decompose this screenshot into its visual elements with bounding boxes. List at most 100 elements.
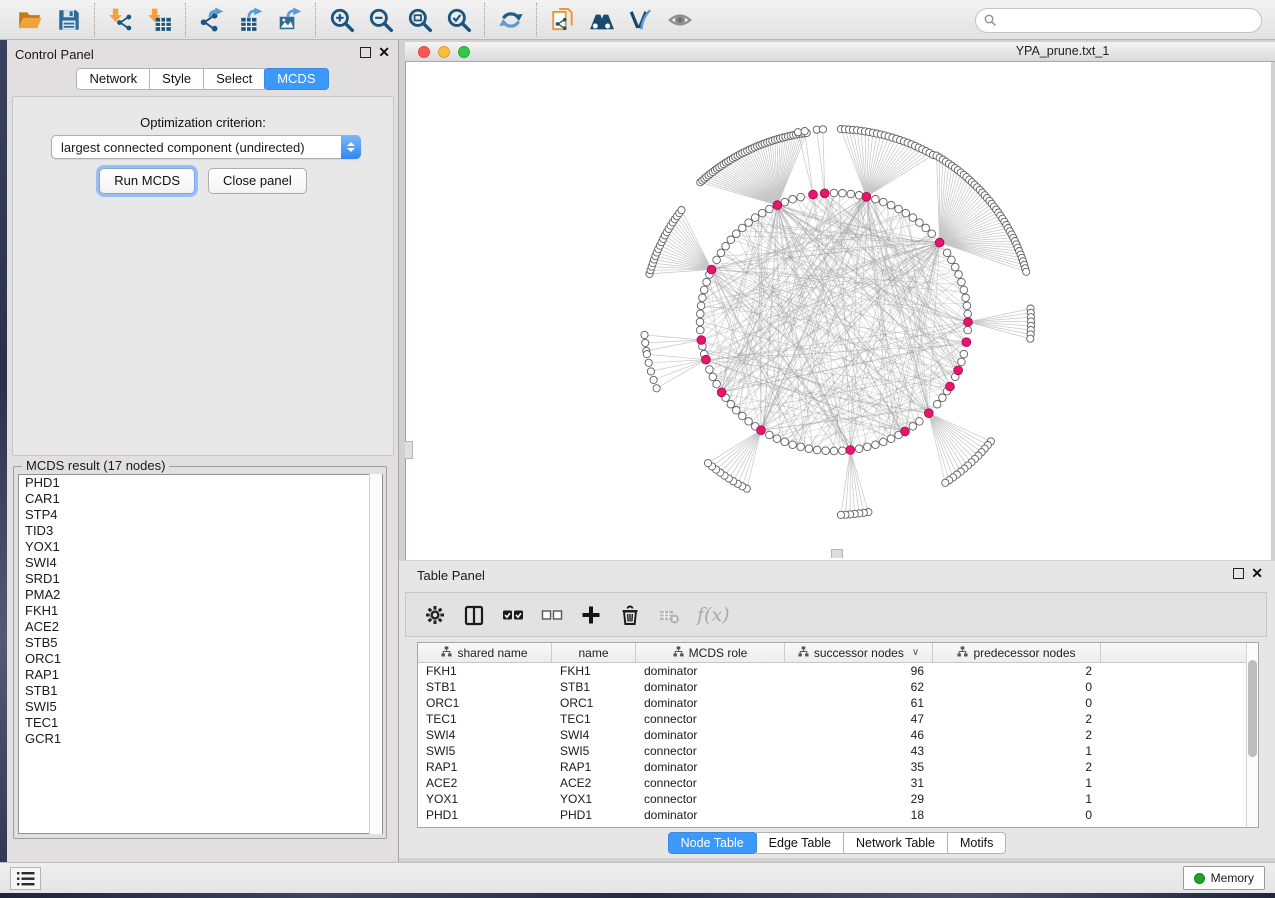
search-box[interactable] [975, 8, 1262, 33]
delete-button[interactable] [615, 599, 645, 631]
network-canvas[interactable] [405, 62, 1271, 560]
cell-shared-name: TEC1 [418, 711, 552, 727]
table-row[interactable]: ACE2ACE2connector311 [418, 775, 1258, 791]
column-header-successor-nodes[interactable]: successor nodes∨ [785, 643, 933, 662]
zoom-in-icon [329, 7, 355, 33]
column-header-shared-name[interactable]: shared name [418, 643, 552, 662]
zoom-out-icon [368, 7, 394, 33]
zoom-out-button[interactable] [361, 4, 400, 36]
mcds-result-item[interactable]: ORC1 [19, 651, 382, 667]
zoom-selected-button[interactable] [439, 4, 478, 36]
cell-successor-nodes: 29 [785, 791, 933, 807]
mcds-result-item[interactable]: STP4 [19, 507, 382, 523]
export-image-button[interactable] [270, 4, 309, 36]
save-button[interactable] [49, 4, 88, 36]
table-row[interactable]: RAP1RAP1dominator352 [418, 759, 1258, 775]
tab-motifs[interactable]: Motifs [947, 832, 1006, 854]
memory-button[interactable]: Memory [1183, 866, 1265, 890]
tab-network-table[interactable]: Network Table [843, 832, 948, 854]
float-table-panel-icon[interactable] [1233, 568, 1244, 579]
mcds-result-item[interactable]: YOX1 [19, 539, 382, 555]
export-network-button[interactable] [192, 4, 231, 36]
zoom-in-button[interactable] [322, 4, 361, 36]
import-table-button[interactable] [140, 4, 179, 36]
mcds-result-item[interactable]: SWI5 [19, 699, 382, 715]
table-row[interactable]: ORC1ORC1dominator610 [418, 695, 1258, 711]
zoom-fit-button[interactable] [400, 4, 439, 36]
mcds-list-scrollbar[interactable] [369, 474, 382, 834]
export-table-icon [238, 7, 264, 33]
tab-style[interactable]: Style [149, 68, 204, 90]
canvas-left-grip[interactable] [405, 441, 413, 459]
mcds-result-item[interactable]: RAP1 [19, 667, 382, 683]
table-header-row: shared namenameMCDS rolesuccessor nodes∨… [418, 643, 1258, 663]
mcds-result-item[interactable]: TEC1 [19, 715, 382, 731]
table-row[interactable]: PHD1PHD1dominator180 [418, 807, 1258, 823]
table-scrollbar-thumb[interactable] [1248, 660, 1257, 757]
table-row[interactable]: FKH1FKH1dominator962 [418, 663, 1258, 679]
mcds-result-list[interactable]: PHD1CAR1STP4TID3YOX1SWI4SRD1PMA2FKH1ACE2… [18, 474, 383, 834]
add-button[interactable] [576, 599, 606, 631]
cell-name: SWI5 [552, 743, 636, 759]
delete-table-button[interactable] [654, 599, 684, 631]
table-scrollbar[interactable] [1246, 643, 1258, 827]
mcds-result-item[interactable]: FKH1 [19, 603, 382, 619]
search-network-button[interactable] [582, 4, 621, 36]
table-row[interactable]: SWI5SWI5connector431 [418, 743, 1258, 759]
select-all-button[interactable] [498, 599, 528, 631]
mcds-result-item[interactable]: GCR1 [19, 731, 382, 747]
mcds-result-item[interactable]: SWI4 [19, 555, 382, 571]
tab-node-table[interactable]: Node Table [668, 832, 757, 854]
mcds-result-item[interactable]: PMA2 [19, 587, 382, 603]
open-folder-button[interactable] [10, 4, 49, 36]
mcds-result-item[interactable]: TID3 [19, 523, 382, 539]
tab-edge-table[interactable]: Edge Table [756, 832, 844, 854]
columns-button[interactable] [459, 599, 489, 631]
minimize-window-icon[interactable] [438, 46, 450, 58]
close-panel-icon[interactable]: ✕ [378, 45, 390, 59]
close-window-icon[interactable] [418, 46, 430, 58]
deselect-all-button[interactable] [537, 599, 567, 631]
float-panel-icon[interactable] [360, 47, 371, 58]
mcds-result-item[interactable]: CAR1 [19, 491, 382, 507]
table-row[interactable]: STB1STB1dominator620 [418, 679, 1258, 695]
export-table-button[interactable] [231, 4, 270, 36]
settings-button[interactable] [420, 599, 450, 631]
table-row[interactable]: SWI4SWI4dominator462 [418, 727, 1258, 743]
maximize-window-icon[interactable] [458, 46, 470, 58]
column-header-name[interactable]: name [552, 643, 636, 662]
network-window-titlebar[interactable]: YPA_prune.txt_1 [405, 42, 1275, 62]
show-hide-button[interactable] [660, 4, 699, 36]
import-network-button[interactable] [101, 4, 140, 36]
function-builder-button[interactable]: f(x) [693, 604, 730, 626]
close-table-panel-icon[interactable]: ✕ [1251, 566, 1263, 580]
table-row[interactable]: TEC1TEC1connector472 [418, 711, 1258, 727]
status-bar: Memory [0, 862, 1275, 893]
tab-network[interactable]: Network [76, 68, 150, 90]
close-panel-button[interactable]: Close panel [208, 168, 307, 194]
run-mcds-button[interactable]: Run MCDS [99, 168, 195, 194]
cell-MCDS-role: dominator [636, 727, 785, 743]
refresh-button[interactable] [491, 4, 530, 36]
mcds-result-item[interactable]: ACE2 [19, 619, 382, 635]
column-header-MCDS-role[interactable]: MCDS role [636, 643, 785, 662]
mcds-result-item[interactable]: STB1 [19, 683, 382, 699]
mcds-result-item[interactable]: STB5 [19, 635, 382, 651]
task-history-button[interactable] [10, 867, 41, 890]
cell-predecessor-nodes: 1 [933, 775, 1101, 791]
table-panel: Table Panel ✕ f(x) shared namenameMCDS r… [399, 561, 1275, 858]
tab-mcds[interactable]: MCDS [264, 68, 328, 90]
mcds-result-item[interactable]: SRD1 [19, 571, 382, 587]
cell-predecessor-nodes: 0 [933, 695, 1101, 711]
search-input[interactable] [997, 11, 1261, 31]
cell-predecessor-nodes: 2 [933, 711, 1101, 727]
cell-MCDS-role: dominator [636, 759, 785, 775]
criterion-dropdown[interactable]: largest connected component (undirected) [51, 135, 361, 159]
column-header-predecessor-nodes[interactable]: predecessor nodes [933, 643, 1101, 662]
style-preview-button[interactable] [621, 4, 660, 36]
table-row[interactable]: YOX1YOX1connector291 [418, 791, 1258, 807]
network-from-selection-button[interactable] [543, 4, 582, 36]
canvas-bottom-grip[interactable] [831, 549, 843, 558]
tab-select[interactable]: Select [203, 68, 265, 90]
mcds-result-item[interactable]: PHD1 [19, 475, 382, 491]
